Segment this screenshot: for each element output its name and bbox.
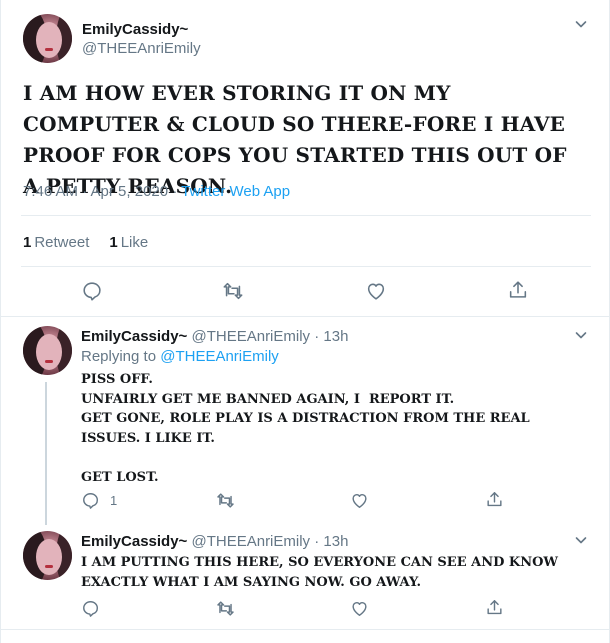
retweet-icon (217, 493, 234, 508)
share-icon (487, 492, 502, 507)
like-button[interactable] (365, 280, 387, 302)
tweet-metadata: 7:46 AM · Apr 5, 2020 · Twitter Web App (23, 183, 290, 200)
like-icon (367, 283, 385, 300)
share-icon (509, 281, 527, 298)
reply-icon (83, 601, 99, 617)
reply-header: EmilyCassidy~ @THEEAnriEmily · 13h (81, 327, 348, 346)
reply-icon (83, 282, 101, 301)
retweet-count: 1 (23, 234, 32, 251)
reply-avatar[interactable] (23, 326, 72, 375)
divider (1, 316, 610, 317)
reply-button[interactable]: 1 (81, 491, 117, 510)
tweet-timestamp[interactable]: 7:46 AM · Apr 5, 2020 · (23, 183, 181, 200)
like-button[interactable] (350, 599, 369, 618)
share-button[interactable] (507, 279, 529, 301)
display-name[interactable]: EmilyCassidy~ (81, 328, 187, 345)
avatar[interactable] (23, 14, 72, 63)
retweet-stat[interactable]: 1 Retweet (23, 234, 89, 251)
divider (21, 266, 591, 267)
replying-to: Replying to @THEEAnriEmily (81, 348, 279, 365)
retweet-stat-label: Retweet (34, 234, 90, 251)
reply-text: I AM PUTTING THIS HERE, SO EVERYONE CAN … (81, 555, 563, 590)
reply-button[interactable] (81, 599, 100, 618)
retweet-button[interactable] (221, 280, 245, 302)
retweet-button[interactable] (215, 599, 236, 618)
chevron-down-icon[interactable] (575, 18, 587, 30)
user-handle[interactable]: @THEEAnriEmily · 13h (191, 533, 348, 550)
like-stat[interactable]: 1 Like (109, 234, 148, 251)
reply-count: 1 (110, 493, 118, 508)
thread-connector (45, 382, 47, 525)
divider (1, 629, 610, 630)
divider (21, 215, 591, 216)
tweet-source-link[interactable]: Twitter Web App (181, 183, 290, 200)
retweet-button[interactable] (215, 491, 236, 510)
retweet-icon (223, 282, 243, 300)
tweet-stats: 1 Retweet 1 Like (23, 234, 148, 251)
main-tweet-header: EmilyCassidy~ @THEEAnriEmily (23, 14, 201, 63)
user-handle[interactable]: @THEEAnriEmily (82, 39, 201, 58)
like-button[interactable] (350, 491, 369, 510)
reply-icon (83, 493, 99, 509)
like-icon (352, 602, 367, 616)
share-button[interactable] (485, 598, 504, 617)
chevron-down-icon[interactable] (575, 534, 587, 546)
retweet-icon (217, 601, 234, 616)
tweet-thread-card: EmilyCassidy~ @THEEAnriEmily I AM HOW EV… (0, 0, 610, 643)
reply-avatar[interactable] (23, 531, 72, 580)
reply-text: PISS OFF. UNFAIRLY GET ME BANNED AGAIN, … (81, 372, 530, 485)
reply-header: EmilyCassidy~ @THEEAnriEmily · 13h (81, 532, 348, 551)
chevron-down-icon[interactable] (575, 329, 587, 341)
like-icon (352, 494, 367, 508)
user-handle[interactable]: @THEEAnriEmily · 13h (191, 328, 348, 345)
display-name[interactable]: EmilyCassidy~ (82, 20, 201, 39)
like-stat-label: Like (120, 234, 149, 251)
replying-prefix: Replying to (81, 348, 161, 365)
reply-button[interactable] (81, 280, 103, 302)
share-icon (487, 600, 502, 615)
display-name[interactable]: EmilyCassidy~ (81, 533, 187, 550)
replying-to-link[interactable]: @THEEAnriEmily (160, 348, 279, 365)
share-button[interactable] (485, 490, 504, 509)
like-count: 1 (109, 234, 118, 251)
